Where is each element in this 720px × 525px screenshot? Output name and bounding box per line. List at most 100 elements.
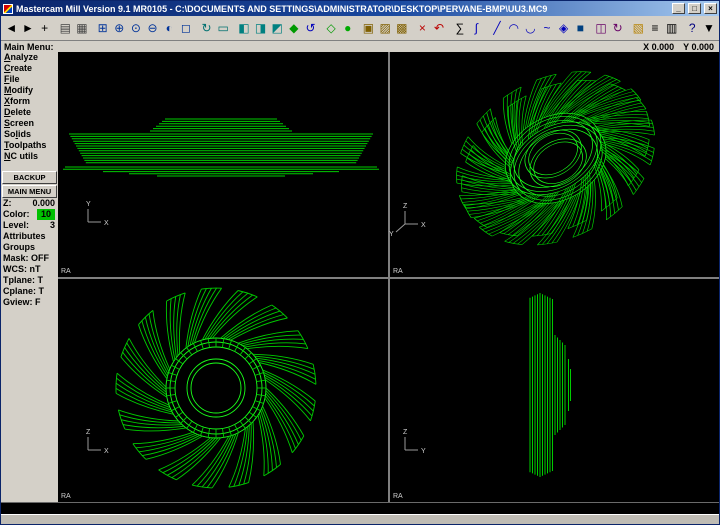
coordinate-readout: X 0.000 Y 0.000 <box>643 42 716 52</box>
impeller-top-profile[interactable] <box>63 119 379 176</box>
impeller-iso-wireframe[interactable] <box>427 52 684 278</box>
fit-screen-button[interactable]: ◻ <box>178 18 195 39</box>
color-palette-button[interactable]: ▧ <box>630 18 647 39</box>
edit-file-button[interactable]: ▦ <box>74 18 91 39</box>
backup-button[interactable]: BACKUP <box>2 171 57 184</box>
wireframe-display-button[interactable]: ◇ <box>323 18 340 39</box>
minimize-button[interactable]: _ <box>672 3 685 14</box>
next-menu-button[interactable]: ► <box>20 18 37 39</box>
repaint-button[interactable]: ↻ <box>198 18 215 39</box>
menu-item-screen[interactable]: Screen <box>1 118 58 129</box>
main-area: AnalyzeCreateFileModifyXformDeleteScreen… <box>1 52 719 502</box>
xform-mirror-icon: ◫ <box>595 22 606 34</box>
status-gview-label: Gview: F <box>3 297 41 308</box>
xform-mirror-button[interactable]: ◫ <box>593 18 610 39</box>
menu-item-delete[interactable]: Delete <box>1 107 58 118</box>
analyze-sigma-button[interactable]: ∑ <box>451 18 468 39</box>
fillet-tool-button[interactable]: ◡ <box>522 18 539 39</box>
clear-screen-button[interactable]: ▭ <box>215 18 232 39</box>
zoom-in-button[interactable]: ⊙ <box>128 18 145 39</box>
menu-item-toolpaths[interactable]: Toolpaths <box>1 140 58 151</box>
gview-isometric-button[interactable]: ◆ <box>286 18 303 39</box>
xform-rotate-button[interactable]: ↻ <box>609 18 626 39</box>
solid-tool-button[interactable]: ■ <box>572 18 589 39</box>
graphics-area[interactable]: YXZXYZXZYRARARARA <box>58 52 719 502</box>
status-tplane[interactable]: Tplane: T <box>1 275 58 286</box>
toolbar-more-icon: ▼ <box>703 22 715 34</box>
iso-layer-front[interactable] <box>427 52 679 270</box>
new-file-button[interactable]: ▤ <box>57 18 74 39</box>
level-manager-button[interactable]: ≡ <box>647 18 664 39</box>
gview-front-button[interactable]: ◨ <box>252 18 269 39</box>
close-button[interactable]: × <box>704 3 717 14</box>
menu-items: AnalyzeCreateFileModifyXformDeleteScreen… <box>1 52 58 162</box>
zoom-previous-icon: ◐ <box>166 22 173 34</box>
spline-tool-button[interactable]: ~ <box>539 18 556 39</box>
zoom-previous-button[interactable]: ◐ <box>161 18 178 39</box>
color-palette-icon: ▧ <box>633 22 644 34</box>
edit-file-icon: ▦ <box>76 22 87 34</box>
menu-item-analyze[interactable]: Analyze <box>1 52 58 63</box>
help-button[interactable]: ? <box>684 18 701 39</box>
status-wcs[interactable]: WCS: nT <box>1 264 58 275</box>
status-color[interactable]: Color:10 <box>1 209 58 220</box>
main-menu-button[interactable]: MAIN MENU <box>2 185 57 198</box>
gview-top-button[interactable]: ◧ <box>236 18 253 39</box>
axis-gizmo-front-gview: ZX <box>86 429 109 455</box>
status-gview[interactable]: Gview: F <box>1 297 58 308</box>
clear-screen-icon: ▭ <box>218 22 229 34</box>
prev-menu-button[interactable]: ◄ <box>3 18 20 39</box>
status-level[interactable]: Level:3 <box>1 220 58 231</box>
line-tool-button[interactable]: ╱ <box>489 18 506 39</box>
maximize-button[interactable]: □ <box>688 3 701 14</box>
iso-layer-back[interactable] <box>432 52 684 278</box>
axis-label-horizontal: X <box>104 220 109 227</box>
zoom-in-icon: ⊙ <box>131 22 141 34</box>
add-entity-button[interactable]: + <box>36 18 53 39</box>
cplane-top-button[interactable]: ▣ <box>360 18 377 39</box>
delete-entity-button[interactable]: × <box>414 18 431 39</box>
status-mask[interactable]: Mask: OFF <box>1 253 58 264</box>
zoom-window-button[interactable]: ⊞ <box>94 18 111 39</box>
analyze-curve-button[interactable]: ∫ <box>468 18 485 39</box>
zoom-out-button[interactable]: ⊖ <box>144 18 161 39</box>
menu-item-modify[interactable]: Modify <box>1 85 58 96</box>
shaded-display-button[interactable]: ● <box>339 18 356 39</box>
level-manager-icon: ≡ <box>651 22 658 34</box>
menu-item-xform[interactable]: Xform <box>1 96 58 107</box>
cplane-side-button[interactable]: ▩ <box>393 18 410 39</box>
zoom-target-button[interactable]: ⊕ <box>111 18 128 39</box>
axis-label-diagonal: Y <box>389 231 394 238</box>
coordinate-y: Y 0.000 <box>683 42 714 52</box>
arc-tool-button[interactable]: ◠ <box>505 18 522 39</box>
cplane-top-icon: ▣ <box>363 22 374 34</box>
menu-item-solids[interactable]: Solids <box>1 129 58 140</box>
status-groups[interactable]: Groups <box>1 242 58 253</box>
menu-item-nc-utils[interactable]: NC utils <box>1 151 58 162</box>
zoom-window-icon: ⊞ <box>98 22 108 34</box>
menu-item-file[interactable]: File <box>1 74 58 85</box>
cplane-front-icon: ▨ <box>379 22 390 34</box>
toolbar-more-button[interactable]: ▼ <box>701 18 718 39</box>
impeller-side-profile[interactable] <box>530 293 571 477</box>
status-tplane-label: Tplane: T <box>3 275 43 286</box>
gview-side-button[interactable]: ◩ <box>269 18 286 39</box>
status-cplane-label: Cplane: T <box>3 286 44 297</box>
status-level-value: 3 <box>50 220 55 231</box>
prev-menu-icon: ◄ <box>5 22 17 34</box>
viewport-canvas[interactable]: YXZXYZXZYRARARARA <box>58 52 719 502</box>
status-cplane[interactable]: Cplane: T <box>1 286 58 297</box>
status-attributes[interactable]: Attributes <box>1 231 58 242</box>
sub-bar: Main Menu: X 0.000 Y 0.000 <box>1 41 719 52</box>
surface-tool-button[interactable]: ◈ <box>555 18 572 39</box>
menu-item-create[interactable]: Create <box>1 63 58 74</box>
impeller-front-wireframe[interactable] <box>116 288 316 488</box>
status-wcs-label: WCS: nT <box>3 264 41 275</box>
status-z-depth[interactable]: Z:0.000 <box>1 198 58 209</box>
undelete-entity-button[interactable]: ↶ <box>431 18 448 39</box>
coordinate-x: X 0.000 <box>643 42 674 52</box>
dynamic-rotate-button[interactable]: ↺ <box>302 18 319 39</box>
group-manager-button[interactable]: ▥ <box>663 18 680 39</box>
cplane-front-button[interactable]: ▨ <box>377 18 394 39</box>
axis-gizmo-isometric-gview: ZXY <box>389 203 426 238</box>
